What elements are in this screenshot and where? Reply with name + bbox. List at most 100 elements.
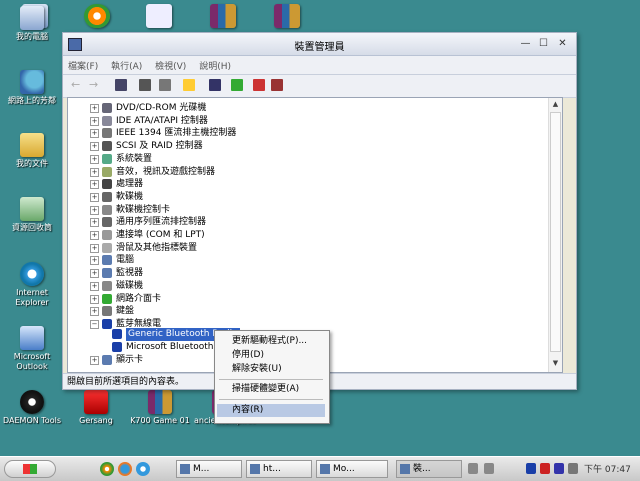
menu-update-driver[interactable]: 更新驅動程式(P)... [217,335,325,348]
expand-icon[interactable]: + [90,104,99,113]
internet-explorer-icon[interactable] [136,462,150,476]
expand-icon[interactable]: + [90,281,99,291]
disk-icon [102,280,112,291]
tree-item-label: 鍵盤 [116,306,135,317]
minimize-button[interactable]: — [518,37,533,50]
keyboard-icon [102,306,112,317]
vertical-scrollbar[interactable]: ▲ ▼ [548,98,562,372]
desktop-icon-network[interactable]: 網路上的芳鄰 [2,70,62,106]
desktop-icon-label: Microsoft Outlook [13,352,51,371]
back-icon[interactable]: ← [71,79,83,91]
media-icon[interactable] [146,4,172,28]
desktop-icon-outlook[interactable]: Microsoft Outlook [2,326,62,372]
taskbar-task[interactable]: Mo... [316,460,388,478]
floppy-icon [102,191,112,202]
bluetooth-icon[interactable] [526,463,536,474]
desktop-icon-my-documents[interactable]: 我的文件 [2,133,62,169]
windows-logo-icon [23,464,37,474]
task-label: M... [193,464,210,474]
usb-icon [102,217,112,228]
computer-icon [102,255,112,266]
help-icon[interactable] [183,79,195,91]
tree-item-label: 軟碟機控制卡 [116,204,171,215]
expand-icon[interactable]: + [90,269,99,279]
firefox-icon[interactable] [118,462,132,476]
maximize-button[interactable]: ☐ [536,37,551,50]
expand-icon[interactable]: + [90,116,99,126]
expand-icon[interactable]: + [90,205,99,215]
taskbar-task-device-manager[interactable]: 裝... [396,460,462,478]
media-player-icon[interactable] [84,4,110,28]
winrar-archive-icon[interactable] [210,4,236,28]
taskbar-task[interactable]: M... [176,460,242,478]
media-player-icon[interactable] [100,462,114,476]
desktop-icon-my-computer[interactable]: 我的電腦 [2,6,62,42]
tray-nav-icon[interactable] [468,463,478,474]
desktop-icon-daemon-tools[interactable]: DAEMON Tools [2,390,62,426]
forward-icon[interactable]: → [89,79,101,91]
menu-action[interactable]: 執行(A) [106,56,147,72]
expand-icon[interactable]: + [90,167,99,177]
menu-uninstall[interactable]: 解除安裝(U) [217,363,325,376]
expand-icon[interactable]: + [90,129,99,139]
desktop-icon-k700-game[interactable]: K700 Game 01 [130,390,190,426]
menu-file[interactable]: 檔案(F) [63,56,103,72]
task-label: ht... [263,464,281,474]
scroll-thumb[interactable] [550,112,561,352]
sound-icon [102,166,112,177]
disable-icon[interactable] [271,79,283,91]
scroll-down-icon[interactable]: ▼ [550,358,561,369]
title-bar[interactable]: 裝置管理員 — ☐ ✕ [63,33,576,56]
menu-view[interactable]: 檢視(V) [150,56,191,72]
menu-help[interactable]: 說明(H) [194,56,236,72]
expand-icon[interactable]: + [90,218,99,228]
floppy-controller-icon [102,204,112,215]
scroll-up-icon[interactable]: ▲ [550,99,561,110]
task-label: 裝... [413,464,431,474]
show-hide-tree-icon[interactable] [115,79,127,91]
context-menu: 更新驅動程式(P)... 停用(D) 解除安裝(U) 掃描硬體變更(A) 內容(… [214,330,330,424]
port-icon [102,230,112,240]
desktop-icon-internet-explorer[interactable]: Internet Explorer [2,262,62,308]
desktop-icon-label: 我的文件 [16,159,48,168]
my-documents-icon [20,133,44,157]
expand-icon[interactable]: + [90,256,99,266]
tray-app-icon[interactable] [540,463,550,474]
expand-icon[interactable]: + [90,243,99,253]
expand-icon[interactable]: + [90,307,99,317]
scan-hardware-icon[interactable] [209,79,221,91]
desktop-icon-label: Gersang [79,416,113,425]
winrar-archive-icon[interactable] [274,4,300,28]
expand-icon[interactable]: + [90,192,99,202]
close-button[interactable]: ✕ [555,37,570,50]
tray-app-icon[interactable] [554,463,564,474]
expand-icon[interactable]: + [90,142,99,152]
menu-properties[interactable]: 內容(R) [217,404,325,417]
monitor-icon [102,268,112,279]
bluetooth-icon [102,318,112,329]
expand-icon[interactable]: + [90,154,99,164]
print-icon[interactable] [159,79,171,91]
toolbar: ← → [63,75,576,98]
volume-icon[interactable] [568,463,578,474]
expand-icon[interactable]: + [90,356,99,365]
expand-icon[interactable]: + [90,231,99,240]
tree-item-label: 顯示卡 [116,355,144,365]
start-button[interactable] [4,460,56,478]
expand-icon[interactable]: + [90,180,99,190]
expand-icon[interactable]: + [90,294,99,304]
menu-disable[interactable]: 停用(D) [217,349,325,362]
collapse-icon[interactable]: − [90,319,99,329]
update-driver-icon[interactable] [231,79,243,91]
uninstall-icon[interactable] [253,79,265,91]
menu-scan-hardware[interactable]: 掃描硬體變更(A) [217,383,325,396]
gersang-icon [84,390,108,414]
properties-icon[interactable] [139,79,151,91]
desktop-icon-gersang[interactable]: Gersang [66,390,126,426]
desktop-icon-recycle-bin[interactable]: 資源回收筒 [2,197,62,233]
window-icon [250,464,260,474]
clock[interactable]: 下午 07:47 [584,462,631,475]
window-title: 裝置管理員 [294,42,345,53]
tray-nav-icon[interactable] [484,463,494,474]
taskbar-task[interactable]: ht... [246,460,312,478]
